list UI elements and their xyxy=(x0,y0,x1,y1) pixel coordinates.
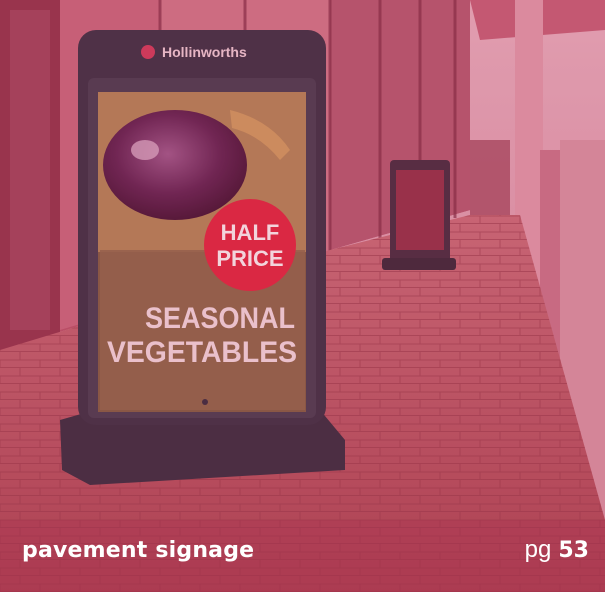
page-prefix: pg xyxy=(524,536,552,563)
pavement-sign-photo: HALF PRICE SEASONAL VEGETABLES Hollinwor… xyxy=(0,0,605,592)
color-tint-overlay xyxy=(0,0,605,592)
caption-title: pavement signage xyxy=(22,538,255,563)
photo-frame: HALF PRICE SEASONAL VEGETABLES Hollinwor… xyxy=(0,0,605,592)
page-number: 53 xyxy=(558,538,589,563)
page-reference: pg 53 xyxy=(525,536,589,564)
